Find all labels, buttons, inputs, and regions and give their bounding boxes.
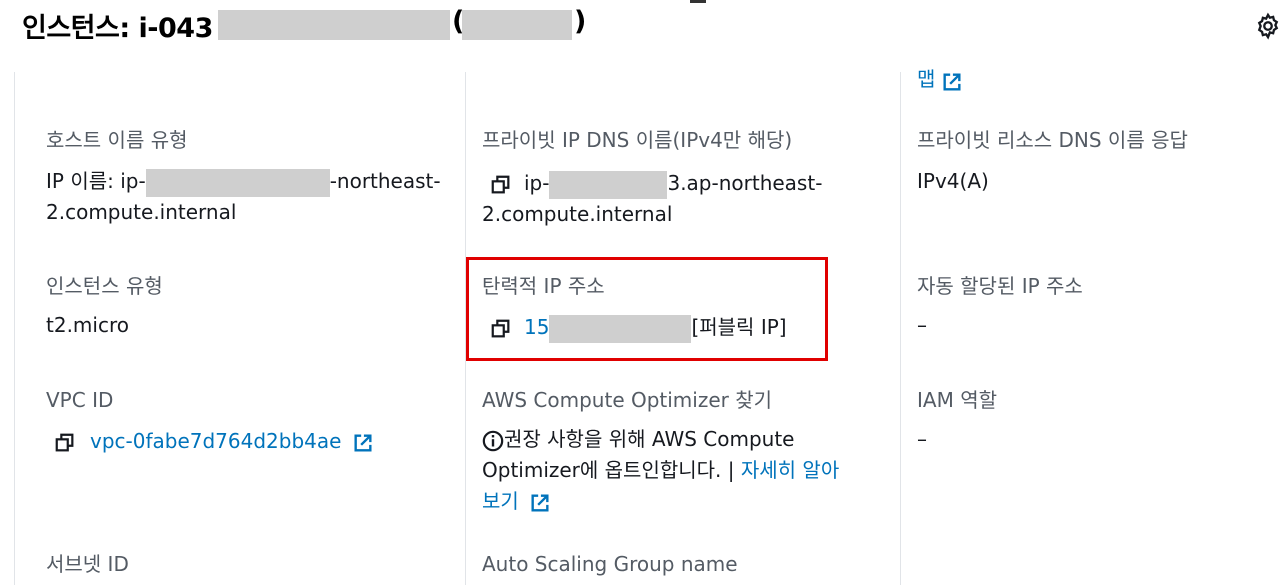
learn-more-link-cont[interactable]: 보기 xyxy=(482,489,519,513)
vpc-link[interactable]: vpc-0fabe7d764d2bb4ae xyxy=(90,429,341,453)
iam-role-value: – xyxy=(917,427,927,451)
info-icon xyxy=(482,430,504,451)
instance-type-label: 인스턴스 유형 xyxy=(46,274,163,298)
asg-field: Auto Scaling Group name xyxy=(482,550,738,578)
private-ip-dns-line1: ip- 3.ap-northeast- xyxy=(482,168,822,199)
column-divider-2 xyxy=(900,72,901,585)
redacted-instance-name xyxy=(462,10,572,40)
redacted-host xyxy=(145,168,330,197)
host-name-type-line2: 2.compute.internal xyxy=(46,200,237,224)
column-divider-left xyxy=(14,72,15,585)
redacted-instance-id xyxy=(218,10,450,40)
map-link-label[interactable]: 맵 xyxy=(917,67,935,91)
private-ip-dns-field: 프라이빗 IP DNS 이름(IPv4만 해당) ip- 3.ap-northea… xyxy=(482,126,822,230)
instance-type-value: t2.micro xyxy=(46,313,129,337)
redacted-private-dns xyxy=(549,170,668,199)
compute-optimizer-text1: 권장 사항을 위해 AWS Compute xyxy=(504,427,795,451)
private-dns-line1-start: ip- xyxy=(524,171,550,195)
learn-more-link[interactable]: 자세히 알아 xyxy=(741,458,839,482)
host-name-line1-end: -northeast- xyxy=(329,169,441,193)
private-resource-dns-value: IPv4(A) xyxy=(917,169,989,193)
host-name-type-field: 호스트 이름 유형 IP 이름: ip- -northeast- 2.comput… xyxy=(46,126,441,228)
auto-assigned-ip-value: – xyxy=(917,313,927,337)
iam-role-field: IAM 역할 – xyxy=(917,386,997,455)
vpc-field: VPC ID vpc-0fabe7d764d2bb4ae xyxy=(46,386,374,457)
host-name-line1-start: IP 이름: ip- xyxy=(46,169,146,193)
vpc-value-row: vpc-0fabe7d764d2bb4ae xyxy=(46,426,374,457)
private-resource-dns-field: 프라이빗 리소스 DNS 이름 응답 IPv4(A) xyxy=(917,126,1188,197)
external-link-icon[interactable] xyxy=(352,432,374,454)
compute-optimizer-line2: Optimizer에 옵트인합니다. | 자세히 알아 xyxy=(482,455,839,486)
compute-optimizer-text2: Optimizer에 옵트인합니다. | xyxy=(482,458,741,482)
copy-icon[interactable] xyxy=(490,174,512,196)
elastic-ip-highlight-box xyxy=(466,257,828,361)
subnet-field: 서브넷 ID xyxy=(46,550,129,578)
page-header: 인스턴스: i-043 ( ) xyxy=(0,0,1284,60)
host-name-type-label: 호스트 이름 유형 xyxy=(46,128,188,152)
external-link-icon[interactable] xyxy=(941,71,963,93)
title-paren-close: ) xyxy=(574,6,587,37)
page-title: 인스턴스: i-043 xyxy=(22,13,213,44)
subnet-label: 서브넷 ID xyxy=(46,552,129,576)
iam-role-label: IAM 역할 xyxy=(917,388,997,412)
private-resource-dns-label: 프라이빗 리소스 DNS 이름 응답 xyxy=(917,128,1188,152)
top-scroll-mark xyxy=(690,0,706,3)
map-link[interactable]: 맵 xyxy=(917,64,963,95)
external-link-icon[interactable] xyxy=(529,492,551,514)
private-dns-line1-end: 3.ap-northeast- xyxy=(667,171,823,195)
compute-optimizer-label: AWS Compute Optimizer 찾기 xyxy=(482,388,773,412)
compute-optimizer-line1: 권장 사항을 위해 AWS Compute xyxy=(482,424,839,455)
instance-type-field: 인스턴스 유형 t2.micro xyxy=(46,272,163,341)
compute-optimizer-field: AWS Compute Optimizer 찾기 권장 사항을 위해 AWS C… xyxy=(482,386,839,517)
private-ip-dns-label: 프라이빗 IP DNS 이름(IPv4만 해당) xyxy=(482,128,793,152)
auto-assigned-ip-field: 자동 할당된 IP 주소 – xyxy=(917,272,1083,341)
compute-optimizer-line3: 보기 xyxy=(482,486,839,517)
auto-assigned-ip-label: 자동 할당된 IP 주소 xyxy=(917,274,1083,298)
settings-gear-icon[interactable] xyxy=(1254,12,1282,40)
private-ip-dns-line2: 2.compute.internal xyxy=(482,202,673,226)
host-name-type-line1: IP 이름: ip- -northeast- xyxy=(46,166,441,197)
copy-icon[interactable] xyxy=(54,432,76,454)
asg-label: Auto Scaling Group name xyxy=(482,552,738,576)
vpc-label: VPC ID xyxy=(46,388,114,412)
